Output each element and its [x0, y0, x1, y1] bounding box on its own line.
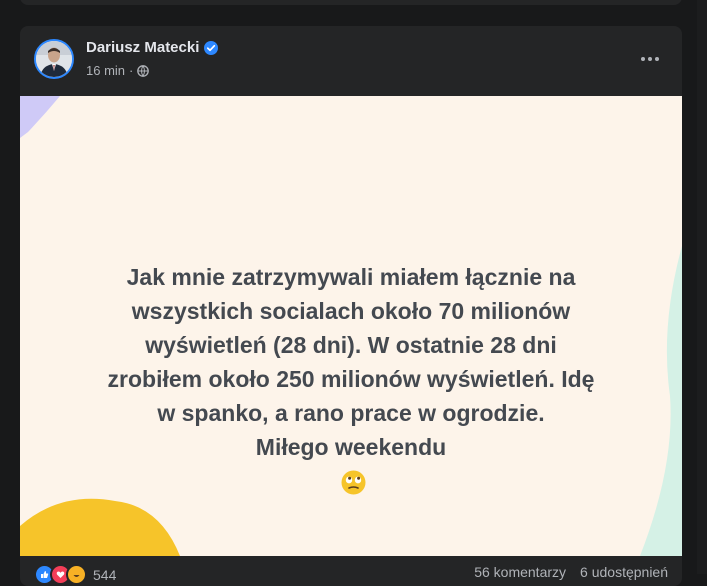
reaction-count[interactable]: 544 [93, 567, 116, 583]
shares-count[interactable]: 6 udostępnień [580, 564, 668, 580]
verified-badge-icon [204, 40, 219, 55]
yellow-blob [20, 498, 180, 556]
post-header: Dariusz Matecki 16 min · [20, 26, 682, 96]
meta-separator: · [129, 63, 134, 78]
more-options-button[interactable] [632, 42, 668, 76]
scrollbar-track[interactable] [697, 0, 707, 574]
avatar-image [36, 41, 72, 77]
more-dot-icon [655, 57, 659, 61]
lavender-blob [20, 96, 60, 138]
more-dot-icon [648, 57, 652, 61]
haha-reaction-icon [66, 564, 87, 585]
post-background[interactable]: Jak mnie zatrzymywali miałem łącznie na … [20, 96, 682, 556]
comments-count[interactable]: 56 komentarzy [474, 564, 566, 580]
author-name[interactable]: Dariusz Matecki [86, 39, 199, 56]
previous-post-card [20, 0, 682, 5]
engagement-stats: 56 komentarzy 6 udostępnień [474, 564, 668, 580]
reaction-summary[interactable]: 544 [34, 564, 116, 585]
post-timestamp[interactable]: 16 min [86, 63, 125, 78]
post-footer: 544 56 komentarzy 6 udostępnień [20, 556, 682, 586]
post-text-content: Jak mnie zatrzymywali miałem łącznie na … [107, 264, 595, 460]
avatar[interactable] [34, 39, 74, 79]
post-card: Dariusz Matecki 16 min · Jak mnie zatrzy… [20, 26, 682, 586]
globe-icon[interactable] [137, 64, 150, 77]
post-text: Jak mnie zatrzymywali miałem łącznie na … [20, 226, 682, 498]
eye-roll-face-icon [341, 470, 365, 495]
more-dot-icon [641, 57, 645, 61]
